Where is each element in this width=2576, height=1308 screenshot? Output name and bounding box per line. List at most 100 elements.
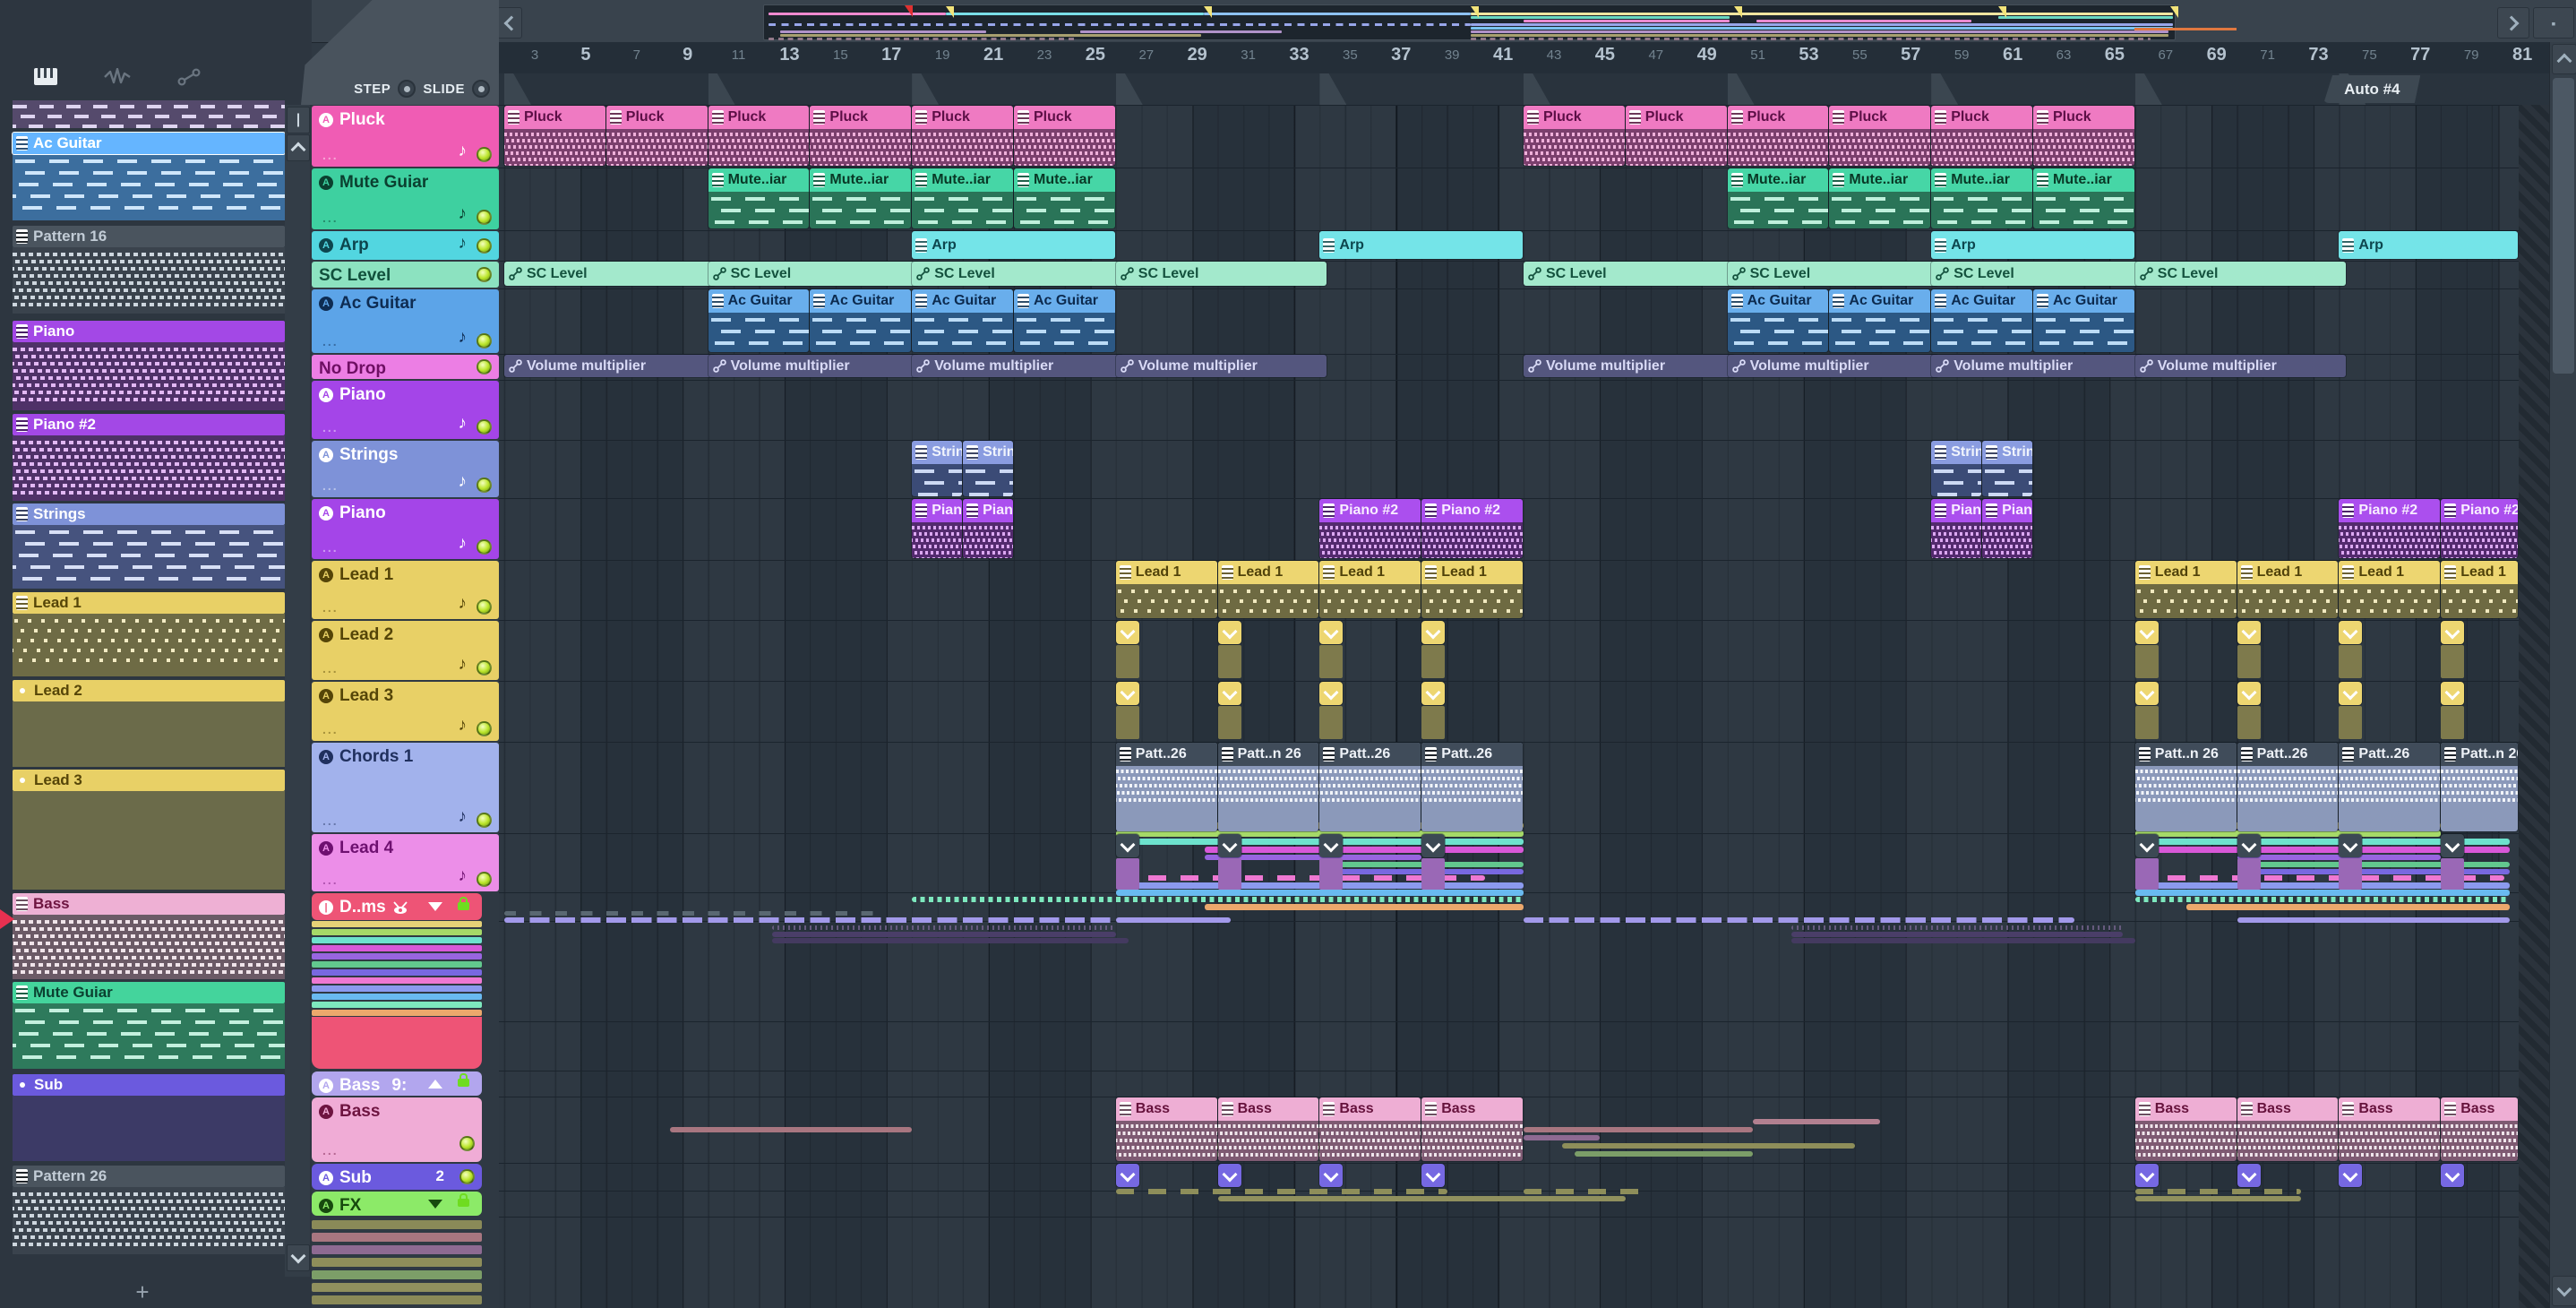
drum-subtrack-band[interactable] [312,1002,482,1008]
scroll-up-button[interactable] [2552,44,2576,74]
header-dots[interactable]: ... [322,873,339,887]
mute-led[interactable] [477,147,492,162]
playlist-clip[interactable]: Pluck [504,106,605,166]
track-header-fx[interactable]: A FX [312,1192,482,1216]
mini-clip[interactable] [1217,682,1241,705]
automation-clip[interactable]: SC Level [912,262,1123,286]
track-header-no-drop[interactable]: No Drop [312,355,499,379]
playlist-clip[interactable]: Pluck [1829,106,1931,166]
mini-clip[interactable] [1319,834,1344,857]
playlist-clip[interactable]: Mute..iar [1829,168,1931,228]
track-header-mute-guiar[interactable]: A Mute Guiar... ♪ [312,168,499,229]
playlist-clip[interactable]: Patt..26 [1421,743,1523,831]
timeline-ruler[interactable]: 3 5 7 9 11 13 15 17 19 21 23 25 27 29 31 33 35 37 39 41 43 45… [499,42,2549,74]
mute-led[interactable] [477,872,492,887]
time-marker[interactable] [1319,73,1347,105]
lock-icon[interactable] [458,1193,469,1207]
minimap-marker-flag[interactable] [1734,6,1742,18]
pattern-scrollbar-thumb[interactable]: | [287,107,310,133]
pattern-item-piano[interactable]: Piano [13,321,285,410]
piano-icon[interactable] [34,68,57,85]
scroll-down-button[interactable] [2552,1276,2576,1306]
fx-subtrack-band[interactable] [312,1295,482,1304]
playlist-clip[interactable]: Lead 1 [1421,561,1523,618]
step-radio[interactable] [398,80,416,98]
fx-clip-stripe[interactable] [1561,1143,1855,1149]
playlist-clip[interactable]: Mute..iar [810,168,912,228]
mini-clip[interactable] [2237,834,2261,857]
group-collapse-arrow[interactable] [428,1079,442,1089]
pattern-list-scrollbar[interactable]: | [285,105,310,1277]
playlist-grid[interactable]: Pluck Pluck Pluck Pluck Pluck Pluck Pluck Pluck… [499,105,2519,1308]
playlist-clip[interactable]: Piano [1931,499,1982,558]
marker-label-tab[interactable]: Auto #4 [2323,75,2421,103]
pattern-item-header[interactable]: Mute Guiar [13,982,285,1003]
mini-clip[interactable] [1319,621,1344,644]
mini-clip[interactable] [1115,834,1139,857]
mini-clip[interactable] [2441,1164,2465,1187]
mini-clip[interactable] [2134,1164,2159,1187]
drum-clip-stripe[interactable] [912,897,1524,902]
fx-clip-stripe[interactable] [1524,1189,1652,1194]
fx-clip-stripe[interactable] [669,1127,913,1132]
track-header-lead-1[interactable]: A Lead 1... ♪ [312,561,499,619]
minimap-marker-flag[interactable] [2170,6,2178,18]
mini-clip[interactable] [2339,834,2363,857]
automation-clip[interactable]: SC Level [2134,262,2347,286]
drum-clip-stripe[interactable] [1205,904,1524,910]
pattern-item-header[interactable]: Lead 2 [13,680,285,701]
pattern-item-header[interactable]: Sub [13,1074,285,1096]
playlist-clip[interactable]: Lead 1 [2441,561,2518,618]
playlist-clip[interactable]: Lead 1 [2237,561,2339,618]
playlist-clip[interactable]: Strings [963,441,1013,496]
mini-clip[interactable] [1319,1164,1344,1187]
pattern-item-header[interactable]: Strings [13,503,285,525]
playlist-clip[interactable]: Lead 1 [2339,561,2441,618]
pattern-item-sub[interactable]: Sub [13,1074,285,1161]
automation-clip[interactable]: Volume multiplier [504,355,716,377]
automation-clip[interactable]: SC Level [1524,262,1735,286]
drum-subtrack-band[interactable] [312,945,482,951]
drum-clip-stripe[interactable] [504,911,874,916]
pattern-item-ac-guitar[interactable]: Ac Guitar [12,132,286,220]
playlist-clip[interactable]: Pluck [1625,106,1727,166]
lock-icon[interactable] [458,896,469,910]
playlist-clip[interactable]: Arp [1931,231,2134,259]
drum-clip-stripe[interactable] [1524,917,2074,923]
drum-subtrack-band[interactable] [312,921,482,927]
playlist-clip[interactable]: Patt..n 26 [2134,743,2237,831]
automation-clip[interactable]: Volume multiplier [708,355,920,377]
playlist-clip[interactable]: Pluck [2033,106,2134,166]
pattern-item-header[interactable]: Bass [13,893,285,915]
playlist-clip[interactable]: Bass [2134,1097,2237,1161]
mini-clip[interactable] [2134,682,2159,705]
playlist-clip[interactable]: Ac Guitar [1727,289,1829,352]
automation-clip[interactable]: Volume multiplier [1727,355,1939,377]
mute-led[interactable] [477,721,492,736]
pattern-item-lead-3[interactable]: Lead 3 [13,770,285,890]
drum-subtrack-band[interactable] [312,953,482,959]
playlist-clip[interactable]: Bass [2339,1097,2441,1161]
playlist-clip[interactable]: Strings [1982,441,2032,496]
track-header-d-ms[interactable]: | D..ms [312,893,482,920]
automation-clip[interactable]: SC Level [708,262,920,286]
playlist-clip[interactable]: Ac Guitar [912,289,1013,352]
fx-clip-stripe[interactable] [1524,1127,1754,1132]
fx-subtrack-band[interactable] [312,1245,482,1254]
mute-led[interactable] [477,599,492,615]
playlist-clip[interactable]: Ac Guitar [1014,289,1115,352]
playlist-clip[interactable]: Mute..iar [1727,168,1829,228]
time-marker[interactable] [912,73,940,105]
zoom-reset-button[interactable]: ▪ [2533,7,2574,39]
playlist-clip[interactable]: Patt..26 [2339,743,2441,831]
mini-clip[interactable] [2237,621,2261,644]
mini-clip[interactable] [1319,682,1344,705]
mini-clip[interactable] [2339,682,2363,705]
drum-subtrack-band[interactable] [312,929,482,935]
drum-subtrack-band[interactable] [312,937,482,943]
drum-clip-stripe[interactable] [771,932,1116,937]
scroll-right-button[interactable] [2497,7,2529,39]
pattern-item-pattern-26[interactable]: Pattern 26 [13,1166,285,1254]
mute-led[interactable] [477,539,492,555]
header-dots[interactable]: ... [322,722,339,736]
